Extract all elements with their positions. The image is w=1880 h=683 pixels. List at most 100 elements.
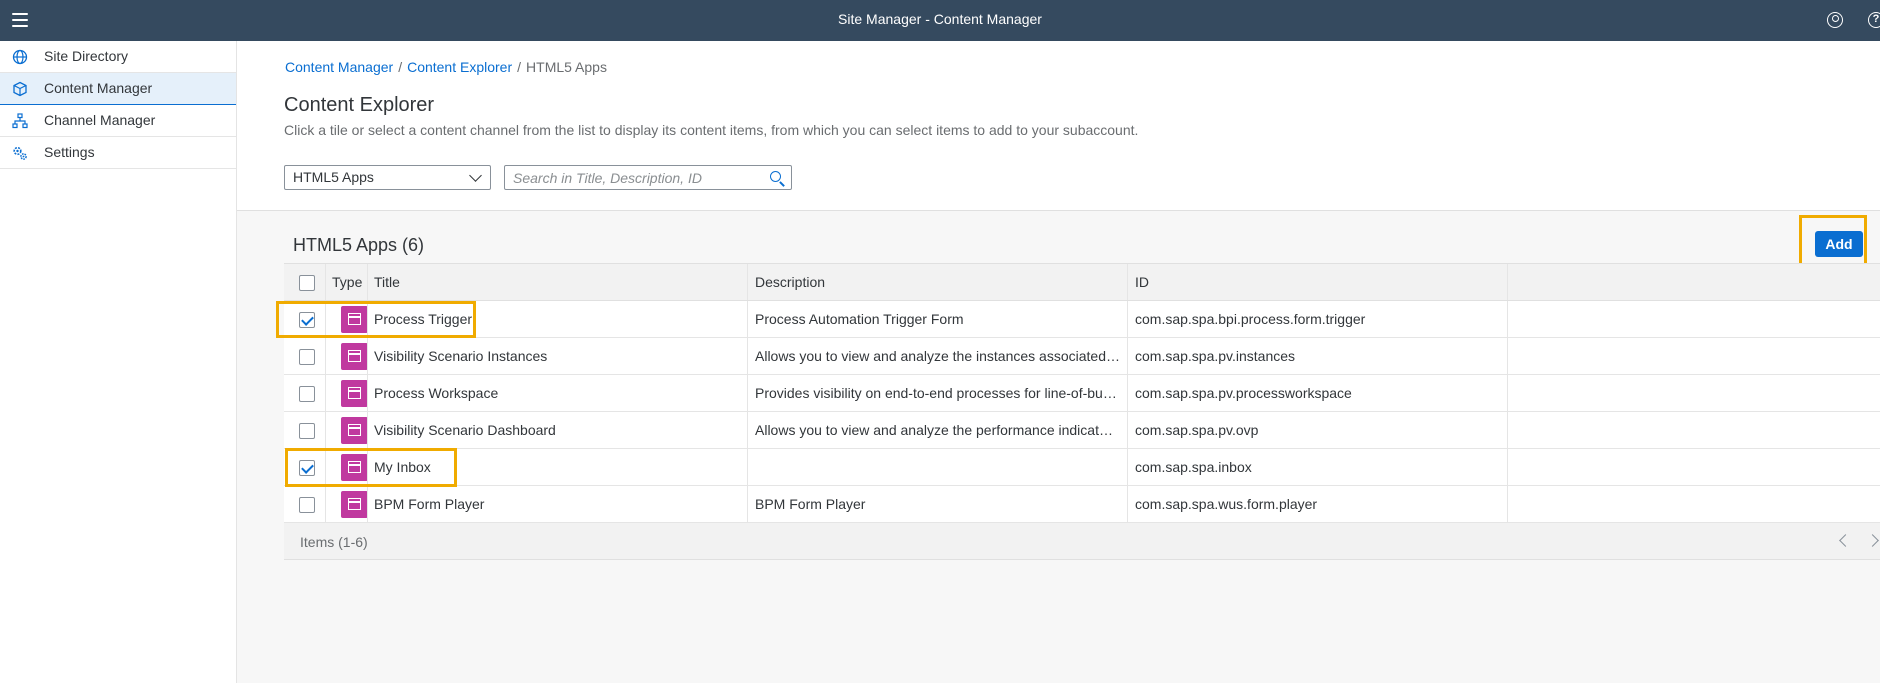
channel-select[interactable]: HTML5 Apps [284, 165, 491, 190]
html5-app-icon [341, 491, 368, 518]
html5-app-icon [341, 380, 368, 407]
column-divider [1507, 486, 1508, 522]
sidebar-item-label: Content Manager [44, 80, 153, 96]
column-divider [325, 375, 326, 411]
column-divider [747, 338, 748, 374]
add-button[interactable]: Add [1815, 231, 1863, 257]
table-title: HTML5 Apps (6) [293, 235, 425, 255]
sidebar-item-content-manager[interactable]: Content Manager [0, 73, 236, 105]
chevron-right-icon[interactable] [1866, 534, 1879, 547]
sidebar-item-site-directory[interactable]: Site Directory [0, 41, 236, 73]
row-title: Process Workspace [374, 385, 499, 401]
column-divider [1127, 375, 1128, 411]
select-all-checkbox[interactable] [299, 275, 315, 291]
column-divider [367, 375, 368, 411]
search-field[interactable] [504, 165, 792, 190]
apps-table: Type Title Description ID Process Trigge… [284, 263, 1880, 560]
table-row[interactable]: Process Trigger Process Automation Trigge… [284, 301, 1880, 338]
row-id: com.sap.spa.pv.processworkspace [1135, 385, 1352, 401]
row-title: BPM Form Player [374, 496, 485, 512]
help-icon[interactable]: ? [1868, 12, 1880, 28]
row-id: com.sap.spa.pv.instances [1135, 348, 1296, 364]
column-header-description: Description [755, 274, 826, 290]
table-body: Process Trigger Process Automation Trigge… [284, 301, 1880, 523]
row-description: Process Automation Trigger Form [755, 311, 964, 327]
row-description [755, 449, 1120, 485]
table-row[interactable]: My Inbox com.sap.spa.inbox [284, 449, 1880, 486]
row-description: Allows you to view and analyze the insta… [755, 348, 1120, 364]
column-divider [325, 338, 326, 374]
hierarchy-icon [12, 113, 28, 129]
chevron-left-icon[interactable] [1839, 534, 1852, 547]
html5-app-icon [341, 454, 368, 481]
html5-app-icon [341, 417, 368, 444]
column-divider [367, 301, 368, 337]
column-divider [367, 338, 368, 374]
shell-bar: Site Manager - Content Manager ? [0, 0, 1880, 41]
column-divider [367, 486, 368, 522]
breadcrumb-link-content-manager[interactable]: Content Manager [285, 59, 393, 75]
table-row[interactable]: Visibility Scenario Dashboard Allows you … [284, 412, 1880, 449]
html5-app-icon [341, 306, 368, 333]
page-title: Content Explorer [284, 94, 435, 116]
page-subtitle: Click a tile or select a content channel… [284, 122, 1139, 138]
row-title: Process Trigger [374, 311, 473, 327]
row-checkbox[interactable] [299, 423, 315, 439]
sidebar-item-label: Channel Manager [44, 112, 156, 128]
column-divider [325, 449, 326, 485]
breadcrumb-separator: / [517, 59, 522, 75]
row-id: com.sap.spa.inbox [1135, 459, 1252, 475]
column-divider [325, 264, 326, 300]
table-row[interactable]: BPM Form Player BPM Form Player com.sap.sp… [284, 486, 1880, 523]
row-checkbox[interactable] [299, 349, 315, 365]
column-divider [1127, 486, 1128, 522]
sidebar-item-label: Site Directory [44, 48, 129, 64]
column-divider [367, 264, 368, 300]
table-header-row: Type Title Description ID [284, 264, 1880, 301]
column-divider [1127, 412, 1128, 448]
column-divider [325, 301, 326, 337]
row-id: com.sap.spa.bpi.process.form.trigger [1135, 311, 1366, 327]
row-checkbox[interactable] [299, 497, 315, 513]
row-title: My Inbox [374, 459, 431, 475]
column-divider [1507, 412, 1508, 448]
breadcrumb-link-content-explorer[interactable]: Content Explorer [407, 59, 512, 75]
table-row[interactable]: Visibility Scenario Instances Allows you … [284, 338, 1880, 375]
column-divider [1127, 338, 1128, 374]
column-divider [1127, 264, 1128, 300]
user-profile-icon[interactable] [1827, 12, 1843, 28]
items-count: Items (1-6) [300, 534, 368, 550]
column-divider [1507, 301, 1508, 337]
column-divider [747, 449, 748, 485]
breadcrumb: Content Manager / Content Explorer / HTML5 A… [285, 59, 607, 75]
sidebar-item-settings[interactable]: Settings [0, 137, 236, 169]
column-divider [747, 412, 748, 448]
globe-icon [12, 49, 28, 65]
cube-icon [13, 81, 27, 97]
column-divider [1127, 449, 1128, 485]
row-checkbox[interactable] [299, 386, 315, 402]
column-header-id: ID [1135, 274, 1149, 290]
search-input[interactable] [513, 166, 763, 189]
column-header-title: Title [374, 274, 400, 290]
column-divider [747, 375, 748, 411]
table-row[interactable]: Process Workspace Provides visibility on … [284, 375, 1880, 412]
column-divider [747, 264, 748, 300]
row-checkbox[interactable] [299, 460, 315, 476]
row-checkbox[interactable] [299, 312, 315, 328]
sidebar-item-channel-manager[interactable]: Channel Manager [0, 105, 236, 137]
chevron-down-icon[interactable] [469, 169, 482, 182]
column-divider [747, 486, 748, 522]
search-icon[interactable] [770, 171, 781, 182]
column-divider [1507, 338, 1508, 374]
row-description: Provides visibility on end-to-end proces… [755, 385, 1120, 401]
main-content: Content Manager / Content Explorer / HTML5 A… [237, 41, 1880, 683]
column-divider [325, 412, 326, 448]
column-divider [1127, 301, 1128, 337]
row-title: Visibility Scenario Instances [374, 348, 548, 364]
column-divider [367, 449, 368, 485]
sidebar-item-label: Settings [44, 144, 95, 160]
column-divider [1507, 375, 1508, 411]
channel-select-value: HTML5 Apps [293, 169, 374, 185]
row-description: Allows you to view and analyze the perfo… [755, 422, 1120, 438]
